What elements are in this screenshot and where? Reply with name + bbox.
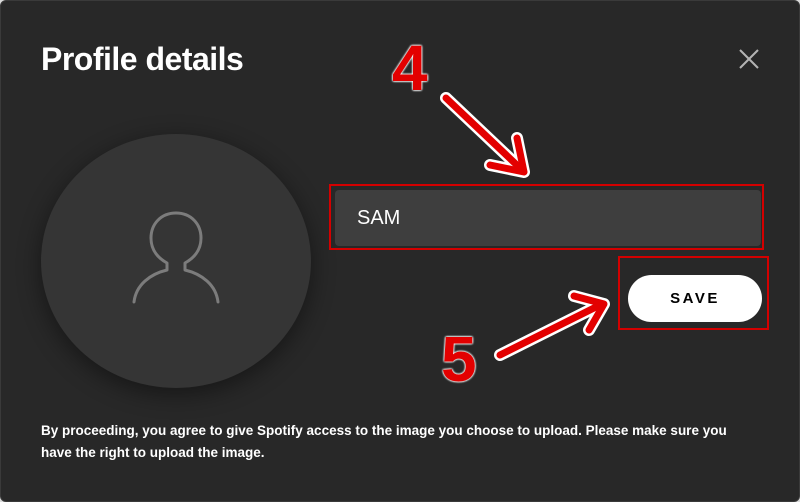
avatar-upload[interactable] bbox=[41, 134, 311, 388]
dialog-title: Profile details bbox=[41, 41, 244, 77]
step-number-5: 5 bbox=[441, 323, 477, 395]
close-icon bbox=[739, 49, 759, 69]
save-button[interactable]: SAVE bbox=[628, 275, 762, 322]
disclaimer-text: By proceeding, you agree to give Spotify… bbox=[41, 423, 727, 460]
profile-name-input[interactable] bbox=[335, 190, 761, 246]
user-silhouette-icon bbox=[132, 211, 220, 304]
step-number-4: 4 bbox=[392, 32, 428, 104]
close-button[interactable] bbox=[735, 45, 763, 73]
